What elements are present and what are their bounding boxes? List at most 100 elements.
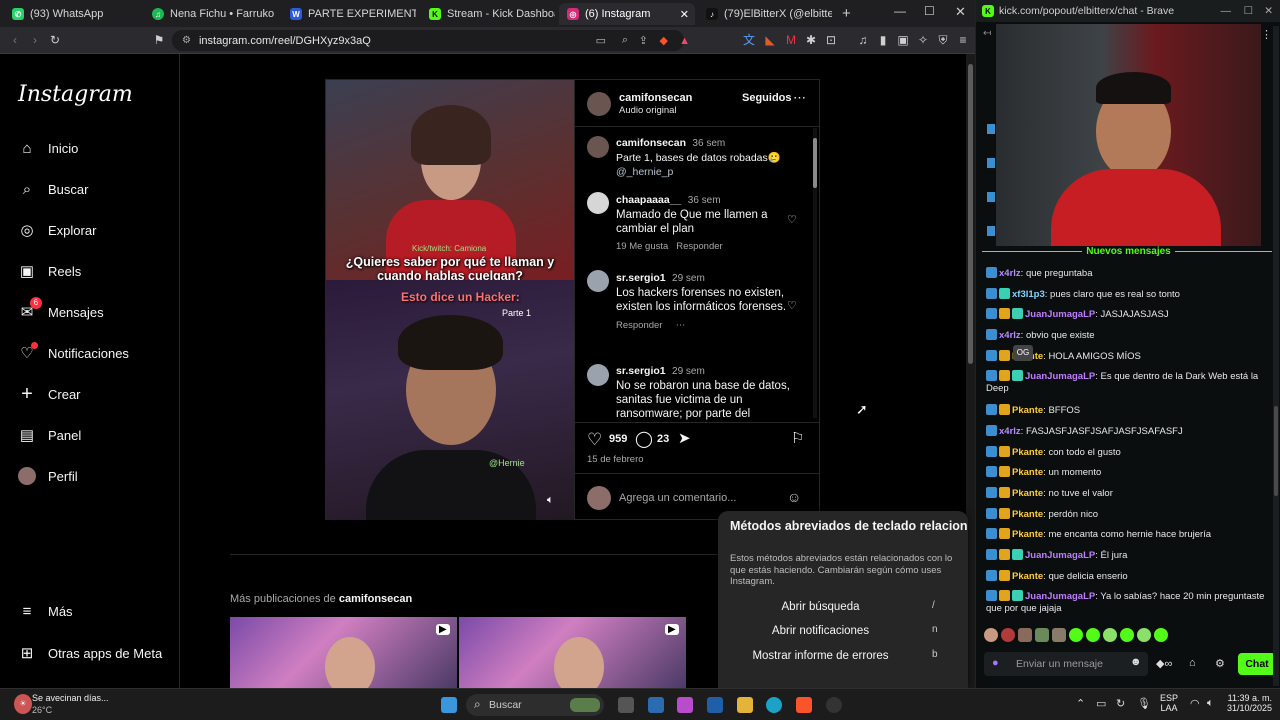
brave-rewards-icon[interactable]: ▲: [679, 35, 690, 47]
vpn-icon[interactable]: ⛨: [936, 33, 950, 47]
reload-icon[interactable]: ↻: [48, 33, 62, 47]
forward-icon[interactable]: ›: [28, 33, 42, 47]
collapse-chat-icon[interactable]: ↤: [983, 28, 991, 39]
chat-username[interactable]: Pkante: [1012, 509, 1043, 520]
snipping-icon[interactable]: [648, 697, 664, 713]
sidebar-icon[interactable]: ▮: [876, 33, 890, 47]
new-tab-icon[interactable]: +: [842, 5, 851, 22]
following-button[interactable]: Seguidos: [742, 92, 792, 104]
emote-icon[interactable]: [1120, 628, 1134, 642]
zoom-icon[interactable]: ⌕: [622, 34, 628, 47]
chat-username[interactable]: x4rlz: [999, 426, 1021, 437]
nav-crear[interactable]: + Crear: [18, 383, 80, 405]
site-info-icon[interactable]: ⚙: [182, 35, 191, 46]
edge-icon[interactable]: [766, 697, 782, 713]
nav-panel[interactable]: ▤ Panel: [18, 424, 81, 446]
store-icon[interactable]: ⌂: [1189, 657, 1196, 669]
shortcut-row[interactable]: Abrir notificaciones n: [718, 624, 968, 643]
emote-icon[interactable]: [1035, 628, 1049, 642]
like-comment-icon[interactable]: ♡: [787, 213, 797, 226]
nav-notificaciones[interactable]: ♡ Notificaciones: [18, 342, 129, 364]
tab-whatsapp[interactable]: ✆ (93) WhatsApp: [4, 3, 142, 25]
more-options-icon[interactable]: ⋯: [793, 90, 806, 106]
weather-icon[interactable]: ☀: [14, 694, 32, 714]
comment-avatar[interactable]: [587, 136, 609, 158]
copilot-icon[interactable]: [677, 697, 693, 713]
author-username[interactable]: camifonsecan: [619, 92, 692, 104]
share-icon[interactable]: ➤: [678, 429, 691, 447]
nav-mas[interactable]: ≡ Más: [18, 600, 73, 622]
tab-kick-dashboard[interactable]: K Stream - Kick Dashboard: [421, 3, 555, 25]
nav-perfil[interactable]: Perfil: [18, 465, 78, 487]
comment-mention[interactable]: @_hernie_p: [616, 165, 796, 179]
points-icon[interactable]: ◆∞: [1156, 657, 1172, 670]
tab-thesis[interactable]: W PARTE EXPERIMENTAL TESIS: [282, 3, 416, 25]
wifi-icon[interactable]: ◠: [1190, 697, 1200, 710]
close-window-icon[interactable]: ✕: [955, 4, 966, 20]
tray-chevron-icon[interactable]: ⌃: [1076, 697, 1085, 710]
emote-icon[interactable]: [1001, 628, 1015, 642]
emote-icon[interactable]: [1154, 628, 1168, 642]
chat-username[interactable]: Pkante: [1012, 529, 1043, 540]
tab-instagram[interactable]: ◎ (6) Instagram ✕: [559, 3, 695, 25]
media-icon[interactable]: ♫: [856, 33, 870, 47]
brave-icon[interactable]: [796, 697, 812, 713]
comment-username[interactable]: sr.sergio1: [616, 365, 666, 377]
reply-button[interactable]: Responder: [616, 320, 662, 331]
close-window-icon[interactable]: ✕: [1264, 5, 1273, 17]
nav-explorar[interactable]: ◎ Explorar: [18, 219, 96, 241]
reply-button[interactable]: Responder: [676, 241, 722, 252]
chat-username[interactable]: Pkante: [1012, 571, 1043, 582]
tab-tiktok[interactable]: ♪ (79)ElBitterX (@elbitterx.kick): [698, 3, 832, 25]
comment-avatar[interactable]: [587, 192, 609, 214]
tray-mic-icon[interactable]: 🎙︎: [1137, 697, 1151, 710]
clock[interactable]: 11:39 a. m. 31/10/2025: [1220, 693, 1272, 713]
save-icon[interactable]: ⚐: [791, 429, 804, 447]
nav-meta-apps[interactable]: ⊞ Otras apps de Meta: [18, 642, 162, 664]
chat-username[interactable]: Pkante: [1012, 488, 1043, 499]
author-avatar[interactable]: [587, 92, 611, 116]
reel-video[interactable]: Kick/twitch: Camiona ¿Quieres saber por …: [326, 80, 574, 520]
comment-avatar[interactable]: [587, 364, 609, 386]
minimize-icon[interactable]: —: [1221, 5, 1232, 17]
emote-icon[interactable]: [1103, 628, 1117, 642]
url-bar[interactable]: ⚙ instagram.com/reel/DGHXyz9x3aQ ▭ ⌕ ⇪ ◆…: [172, 30, 690, 51]
weather-text[interactable]: Se avecinan días...: [32, 693, 109, 703]
taskbar-search[interactable]: ⌕ Buscar: [466, 694, 604, 716]
emoji-icon[interactable]: ☺: [787, 489, 801, 505]
instagram-logo[interactable]: Instagram: [18, 82, 133, 107]
chat-username[interactable]: x4rlz: [999, 330, 1021, 341]
comment-likes[interactable]: 19 Me gusta: [616, 241, 668, 252]
chat-username[interactable]: JuanJumagaLP: [1025, 309, 1095, 320]
chat-username[interactable]: xf3l1p3: [1012, 289, 1045, 300]
leo-ai-icon[interactable]: ✧: [916, 33, 930, 47]
chat-username[interactable]: Pkante: [1012, 447, 1043, 458]
brave-shields-icon[interactable]: ◆: [660, 34, 668, 47]
tray-app-icon[interactable]: ▭: [1096, 697, 1106, 710]
chat-username[interactable]: JuanJumagaLP: [1025, 591, 1095, 602]
start-icon[interactable]: [441, 697, 457, 713]
emote-icon[interactable]: [1069, 628, 1083, 642]
maximize-icon[interactable]: ☐: [924, 4, 935, 18]
tray-sync-icon[interactable]: ↻: [1116, 697, 1125, 710]
emote-icon[interactable]: [1137, 628, 1151, 642]
like-count[interactable]: 959: [609, 433, 627, 445]
tab-spotify[interactable]: ♫ Nena Fichu • Farruko: [144, 3, 278, 25]
back-icon[interactable]: ‹: [8, 33, 22, 47]
screenshot-icon[interactable]: ⊡: [824, 33, 838, 47]
extensions-icon[interactable]: ✱: [804, 33, 818, 47]
mute-icon[interactable]: 🔈︎: [547, 494, 554, 507]
shortcut-row[interactable]: Abrir búsqueda /: [718, 600, 968, 619]
store-icon[interactable]: [707, 697, 723, 713]
nav-reels[interactable]: ▣ Reels: [18, 260, 81, 282]
minimize-icon[interactable]: —: [894, 4, 906, 18]
post-thumbnail[interactable]: ▶: [230, 617, 457, 688]
like-icon[interactable]: ♡: [587, 430, 602, 450]
comment-username[interactable]: sr.sergio1: [616, 272, 666, 284]
nav-inicio[interactable]: ⌂ Inicio: [18, 137, 78, 159]
comment-username[interactable]: chaapaaaa__: [616, 194, 681, 206]
audio-label[interactable]: Audio original: [619, 105, 677, 116]
maximize-icon[interactable]: ☐: [1244, 5, 1253, 17]
chat-username[interactable]: JuanJumagaLP: [1025, 550, 1095, 561]
file-explorer-icon[interactable]: [737, 697, 753, 713]
